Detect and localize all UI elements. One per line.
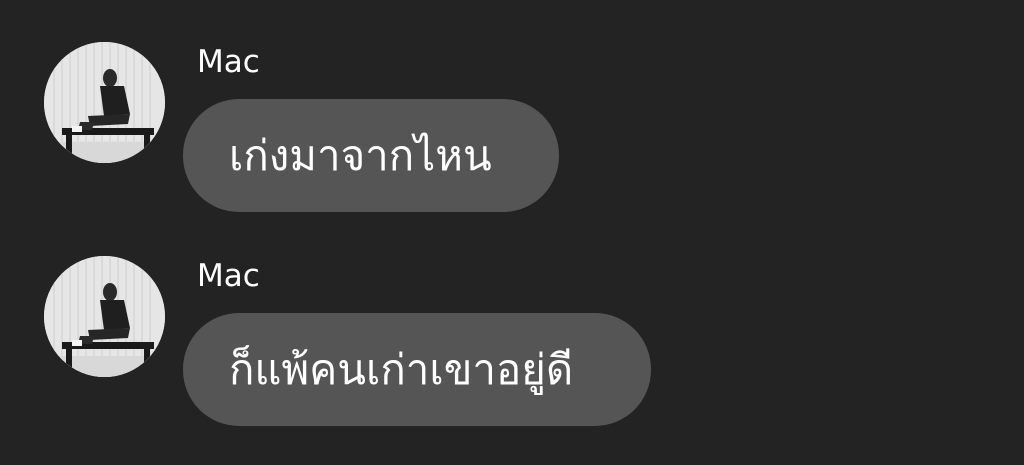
avatar-photo-icon — [44, 256, 165, 377]
chat-thread: Mac เก่งมาจากไหน Mac ก็แพ้คนเก่าเขาอยู่ด… — [0, 0, 1024, 465]
avatar[interactable] — [44, 256, 165, 377]
avatar[interactable] — [44, 42, 165, 163]
message-row: Mac ก็แพ้คนเก่าเขาอยู่ดี — [0, 214, 1024, 426]
message-bubble[interactable]: เก่งมาจากไหน — [183, 99, 559, 212]
message-row: Mac เก่งมาจากไหน — [0, 0, 1024, 212]
avatar-photo-icon — [44, 42, 165, 163]
sender-name: Mac — [197, 44, 260, 80]
message-bubble[interactable]: ก็แพ้คนเก่าเขาอยู่ดี — [183, 313, 651, 426]
sender-name: Mac — [197, 258, 260, 294]
